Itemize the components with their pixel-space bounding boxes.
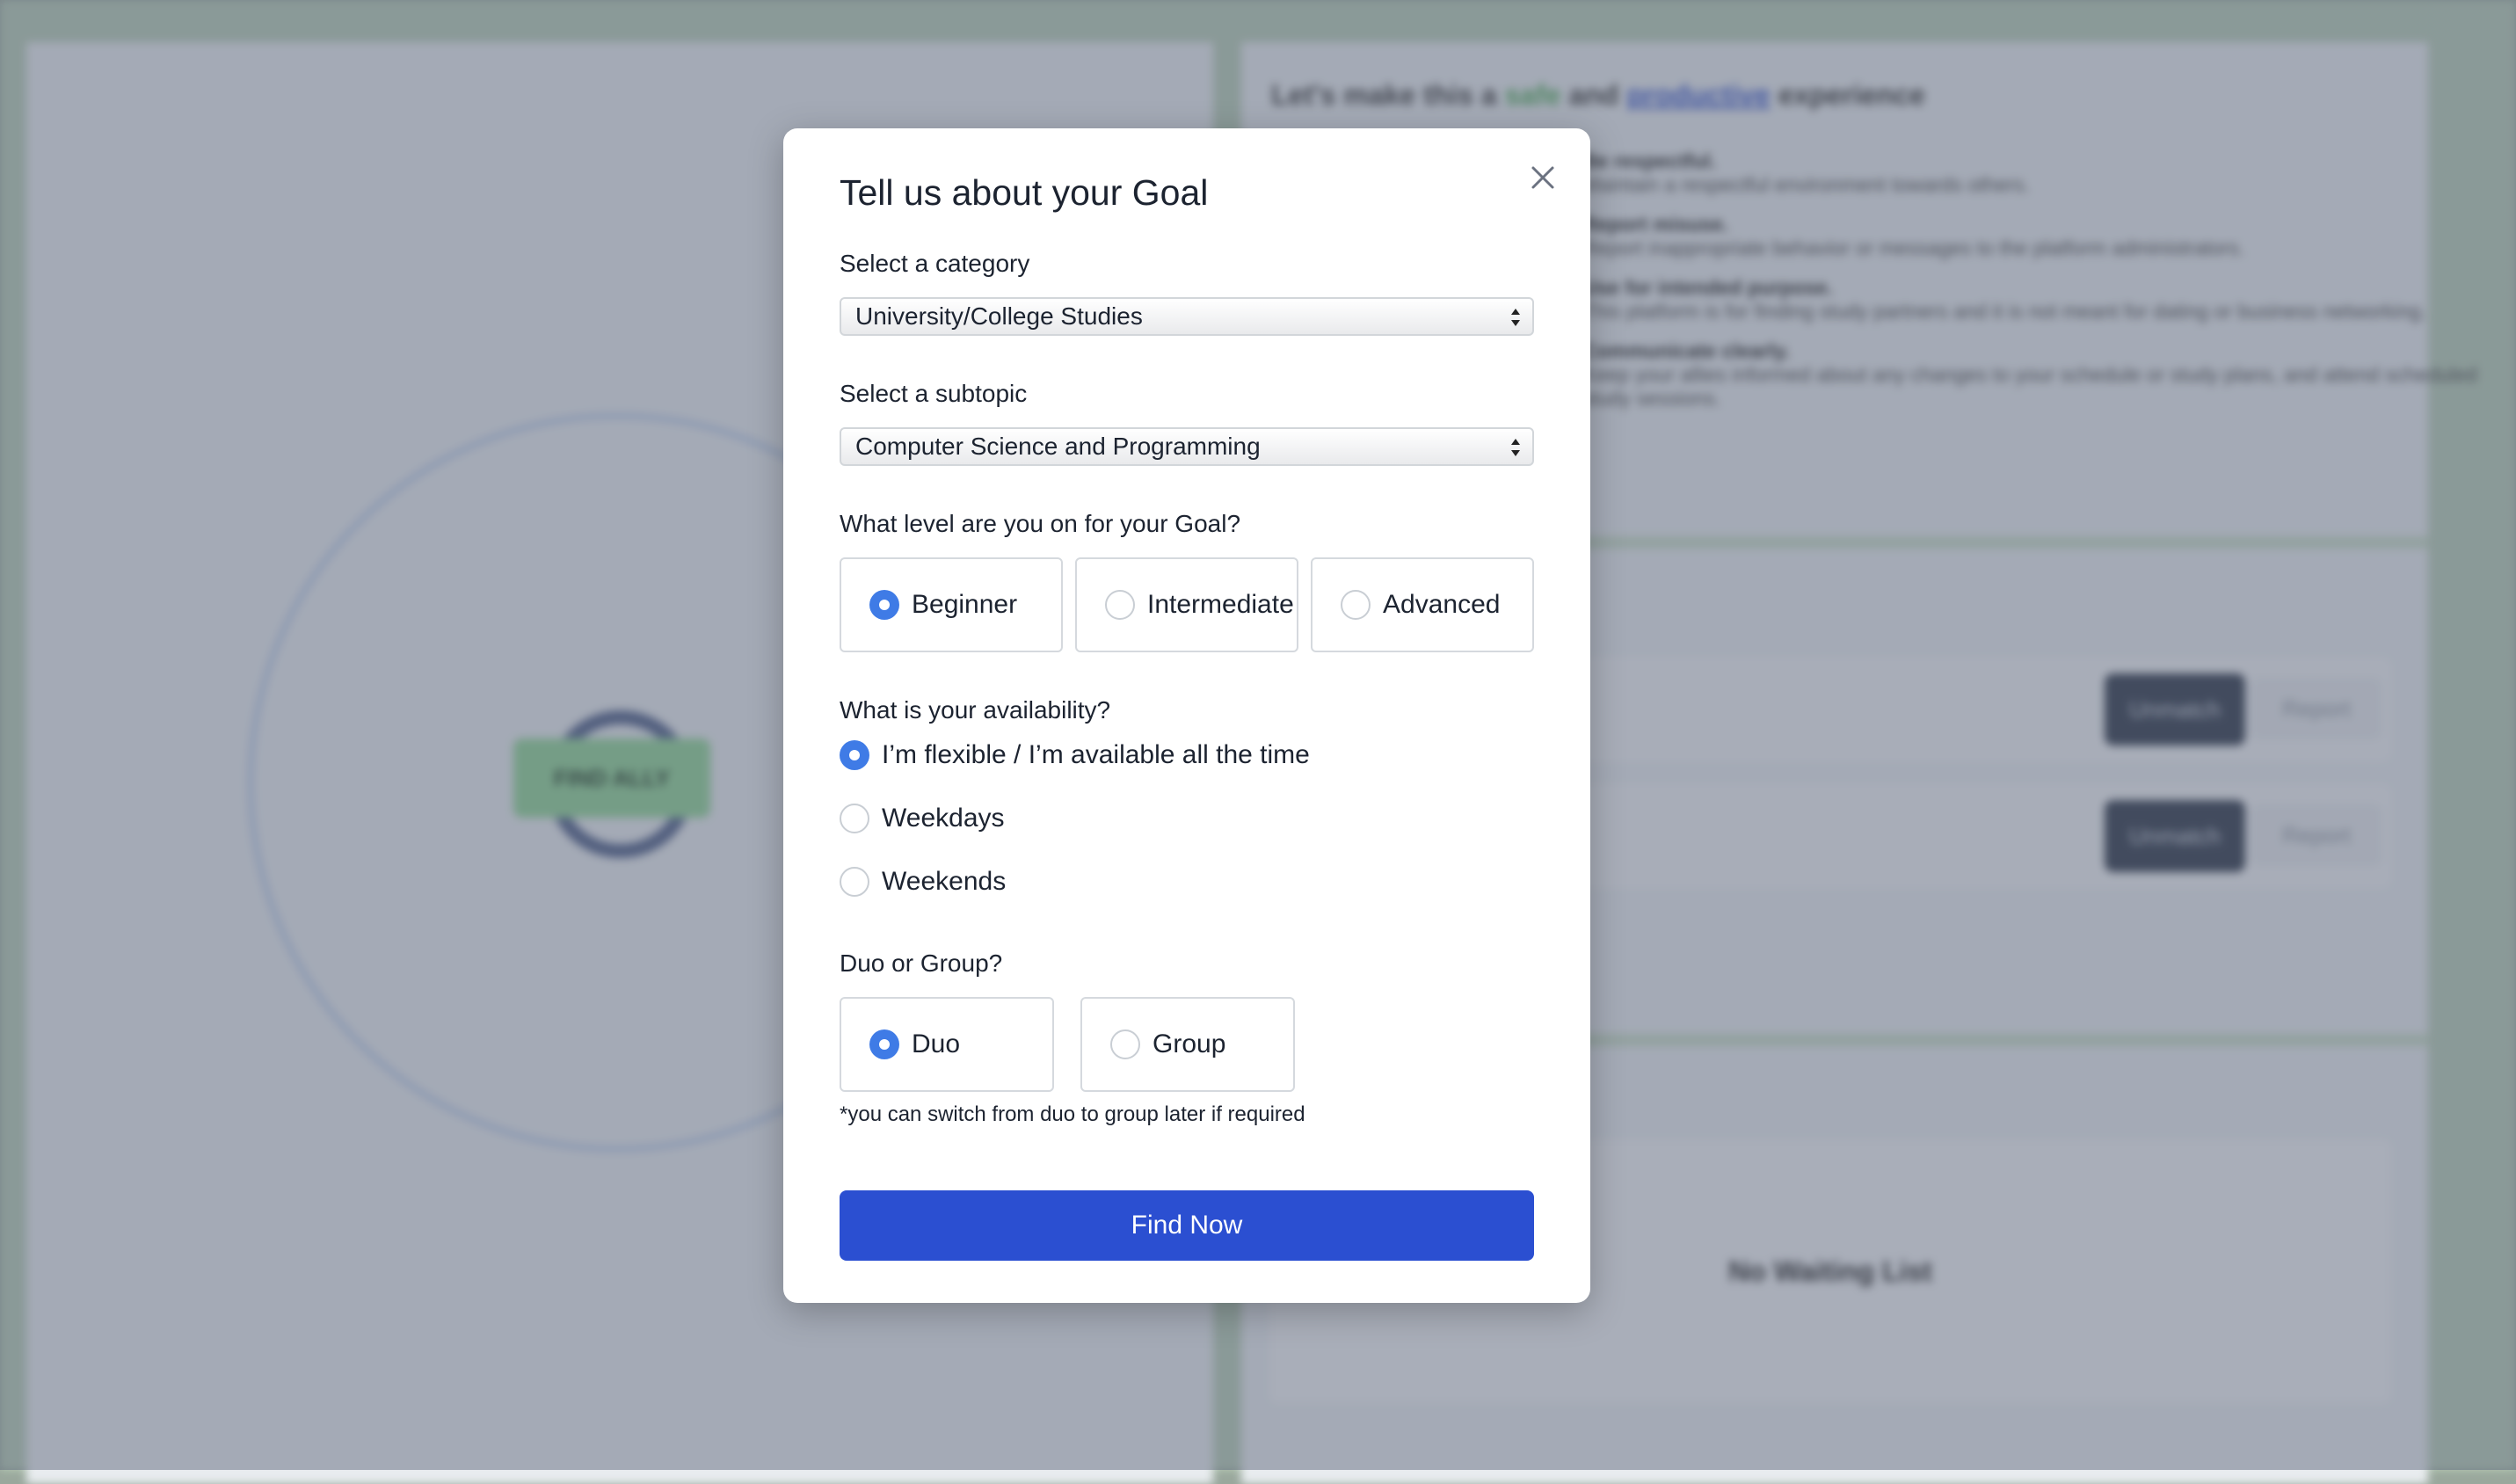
radio-unchecked-icon (840, 804, 869, 833)
close-button[interactable] (1527, 162, 1559, 193)
availability-option-label: Weekends (882, 867, 1007, 896)
availability-option-weekdays[interactable]: Weekdays (840, 804, 1005, 833)
select-arrows-icon (1509, 433, 1522, 462)
radio-checked-icon (869, 590, 899, 620)
radio-unchecked-icon (1105, 590, 1135, 620)
level-option-intermediate[interactable]: Intermediate (1075, 557, 1298, 652)
group-label: Duo or Group? (840, 949, 1003, 977)
group-option-label: Group (1153, 1029, 1226, 1058)
category-select-value: University/College Studies (855, 302, 1143, 330)
group-note: *you can switch from duo to group later … (840, 1102, 1305, 1126)
subtopic-select[interactable]: Computer Science and Programming (840, 427, 1534, 466)
radio-checked-icon (840, 740, 869, 770)
availability-option-flexible[interactable]: I’m flexible / I’m available all the tim… (840, 740, 1310, 770)
level-option-label: Intermediate (1147, 590, 1294, 619)
group-option-duo[interactable]: Duo (840, 997, 1054, 1092)
availability-label: What is your availability? (840, 696, 1111, 724)
category-label: Select a category (840, 250, 1030, 277)
radio-unchecked-icon (1341, 590, 1371, 620)
goal-modal: Tell us about your Goal Select a categor… (783, 128, 1590, 1303)
group-option-group[interactable]: Group (1080, 997, 1295, 1092)
availability-option-weekends[interactable]: Weekends (840, 867, 1006, 897)
close-icon (1531, 166, 1554, 189)
find-now-button[interactable]: Find Now (840, 1190, 1534, 1261)
availability-option-label: I’m flexible / I’m available all the tim… (882, 740, 1310, 769)
group-option-label: Duo (912, 1029, 961, 1058)
select-arrows-icon (1509, 302, 1522, 332)
radio-unchecked-icon (1110, 1029, 1140, 1059)
modal-title: Tell us about your Goal (840, 172, 1209, 213)
subtopic-select-value: Computer Science and Programming (855, 433, 1261, 460)
level-label: What level are you on for your Goal? (840, 510, 1241, 537)
level-option-label: Advanced (1383, 590, 1501, 619)
level-option-advanced[interactable]: Advanced (1311, 557, 1534, 652)
availability-option-label: Weekdays (882, 804, 1005, 833)
radio-unchecked-icon (840, 867, 869, 897)
level-option-label: Beginner (912, 590, 1018, 619)
level-option-beginner[interactable]: Beginner (840, 557, 1063, 652)
subtopic-label: Select a subtopic (840, 380, 1028, 407)
category-select[interactable]: University/College Studies (840, 297, 1534, 336)
radio-checked-icon (869, 1029, 899, 1059)
